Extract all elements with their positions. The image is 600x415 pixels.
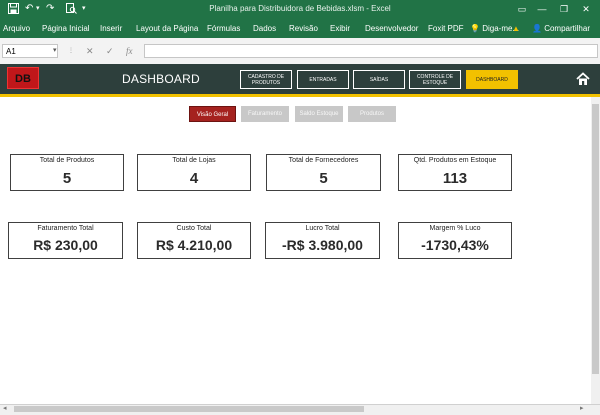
share-label: Compartilhar <box>544 24 590 33</box>
title-bar: ↶ ▾ ↷ ▾ Planilha para Distribuidora de B… <box>0 0 600 20</box>
maximize-icon[interactable]: ❐ <box>556 3 572 15</box>
kpi-value: 5 <box>319 170 328 187</box>
name-box-dropdown-icon[interactable]: ▾ <box>53 44 57 58</box>
kpi-label: Qtd. Produtos em Estoque <box>413 157 497 164</box>
kpi-card-total-lojas: Total de Lojas 4 <box>137 154 251 191</box>
nav-controle-de-estoque[interactable]: CONTROLE DE ESTOQUE <box>409 70 461 89</box>
person-icon: 👤 <box>532 24 542 33</box>
menu-foxit-pdf[interactable]: Foxit PDF <box>428 24 464 33</box>
minimize-icon[interactable]: — <box>534 3 550 15</box>
vertical-scroll-thumb[interactable] <box>592 104 599 374</box>
kpi-value: R$ 230,00 <box>33 237 98 253</box>
close-icon[interactable]: ✕ <box>578 3 594 15</box>
kpi-card-lucro-total: Lucro Total -R$ 3.980,00 <box>265 222 380 259</box>
kpi-label: Total de Produtos <box>39 157 95 164</box>
kpi-value: -R$ 3.980,00 <box>282 237 363 253</box>
cancel-icon[interactable]: ✕ <box>86 44 94 58</box>
kpi-value: 4 <box>189 170 199 187</box>
logo: DB <box>7 67 39 89</box>
kpi-label: Faturamento Total <box>37 225 94 232</box>
scroll-right-icon[interactable]: ▸ <box>580 404 584 414</box>
kpi-label: Total de Fornecedores <box>288 157 359 164</box>
nav-saidas[interactable]: SAÍDAS <box>353 70 405 89</box>
insert-function-icon[interactable]: fx <box>126 44 133 58</box>
page-title: DASHBOARD <box>122 72 200 86</box>
scroll-left-icon[interactable]: ◂ <box>3 404 7 414</box>
tab-visao-geral[interactable]: Visão Geral <box>189 106 236 122</box>
kpi-card-custo-total: Custo Total R$ 4.210,00 <box>137 222 251 259</box>
tab-faturamento[interactable]: Faturamento <box>241 106 289 122</box>
kpi-card-total-produtos: Total de Produtos 5 <box>10 154 124 191</box>
window-title: Planilha para Distribuidora de Bebidas.x… <box>209 4 391 13</box>
warning-icon[interactable]: ▲ <box>512 24 520 33</box>
tab-produtos[interactable]: Produtos <box>348 106 396 122</box>
menu-desenvolvedor[interactable]: Desenvolvedor <box>365 24 418 33</box>
kpi-label: Margem % Luco <box>429 225 481 232</box>
nav-entradas[interactable]: ENTRADAS <box>297 70 349 89</box>
kpi-value: -1730,43% <box>421 237 489 253</box>
ribbon-tabs: Arquivo Página Inicial Inserir Layout da… <box>0 20 600 38</box>
lightbulb-icon: 💡 <box>470 24 480 33</box>
kpi-label: Total de Lojas <box>172 157 216 164</box>
kpi-card-qtd-produtos-estoque: Qtd. Produtos em Estoque 113 <box>398 154 512 191</box>
horizontal-scroll-thumb[interactable] <box>14 406 364 412</box>
nav-dashboard[interactable]: DASHBOARD <box>466 70 518 89</box>
kpi-label: Custo Total <box>176 225 212 232</box>
kpi-card-margem-lucro: Margem % Luco -1730,43% <box>398 222 512 259</box>
menu-revisao[interactable]: Revisão <box>289 24 318 33</box>
name-box[interactable]: A1 <box>2 44 58 58</box>
kpi-card-total-fornecedores: Total de Fornecedores 5 <box>266 154 381 191</box>
kpi-card-faturamento-total: Faturamento Total R$ 230,00 <box>8 222 123 259</box>
nav-cadastro-de-produtos[interactable]: CADASTRO DE PRODUTOS <box>240 70 292 89</box>
menu-pagina-inicial[interactable]: Página Inicial <box>42 24 90 33</box>
menu-dados[interactable]: Dados <box>253 24 276 33</box>
menu-layout-da-pagina[interactable]: Layout da Página <box>136 24 198 33</box>
menu-exibir[interactable]: Exibir <box>330 24 350 33</box>
menu-inserir[interactable]: Inserir <box>100 24 122 33</box>
ribbon-display-icon[interactable]: ▭ <box>514 3 530 15</box>
share-button[interactable]: 👤 Compartilhar <box>532 24 590 33</box>
enter-icon[interactable]: ✓ <box>106 44 114 58</box>
formula-input[interactable] <box>144 44 598 58</box>
kpi-value: 113 <box>442 170 468 187</box>
kpi-value: 5 <box>62 170 72 187</box>
kpi-label: Lucro Total <box>305 225 340 232</box>
kpi-value: R$ 4.210,00 <box>155 237 233 253</box>
tab-saldo-estoque[interactable]: Saldo Estoque <box>295 106 343 122</box>
menu-arquivo[interactable]: Arquivo <box>3 24 30 33</box>
more-options-icon: ⋮ <box>68 48 74 54</box>
home-icon[interactable] <box>576 72 590 86</box>
menu-formulas[interactable]: Fórmulas <box>207 24 240 33</box>
